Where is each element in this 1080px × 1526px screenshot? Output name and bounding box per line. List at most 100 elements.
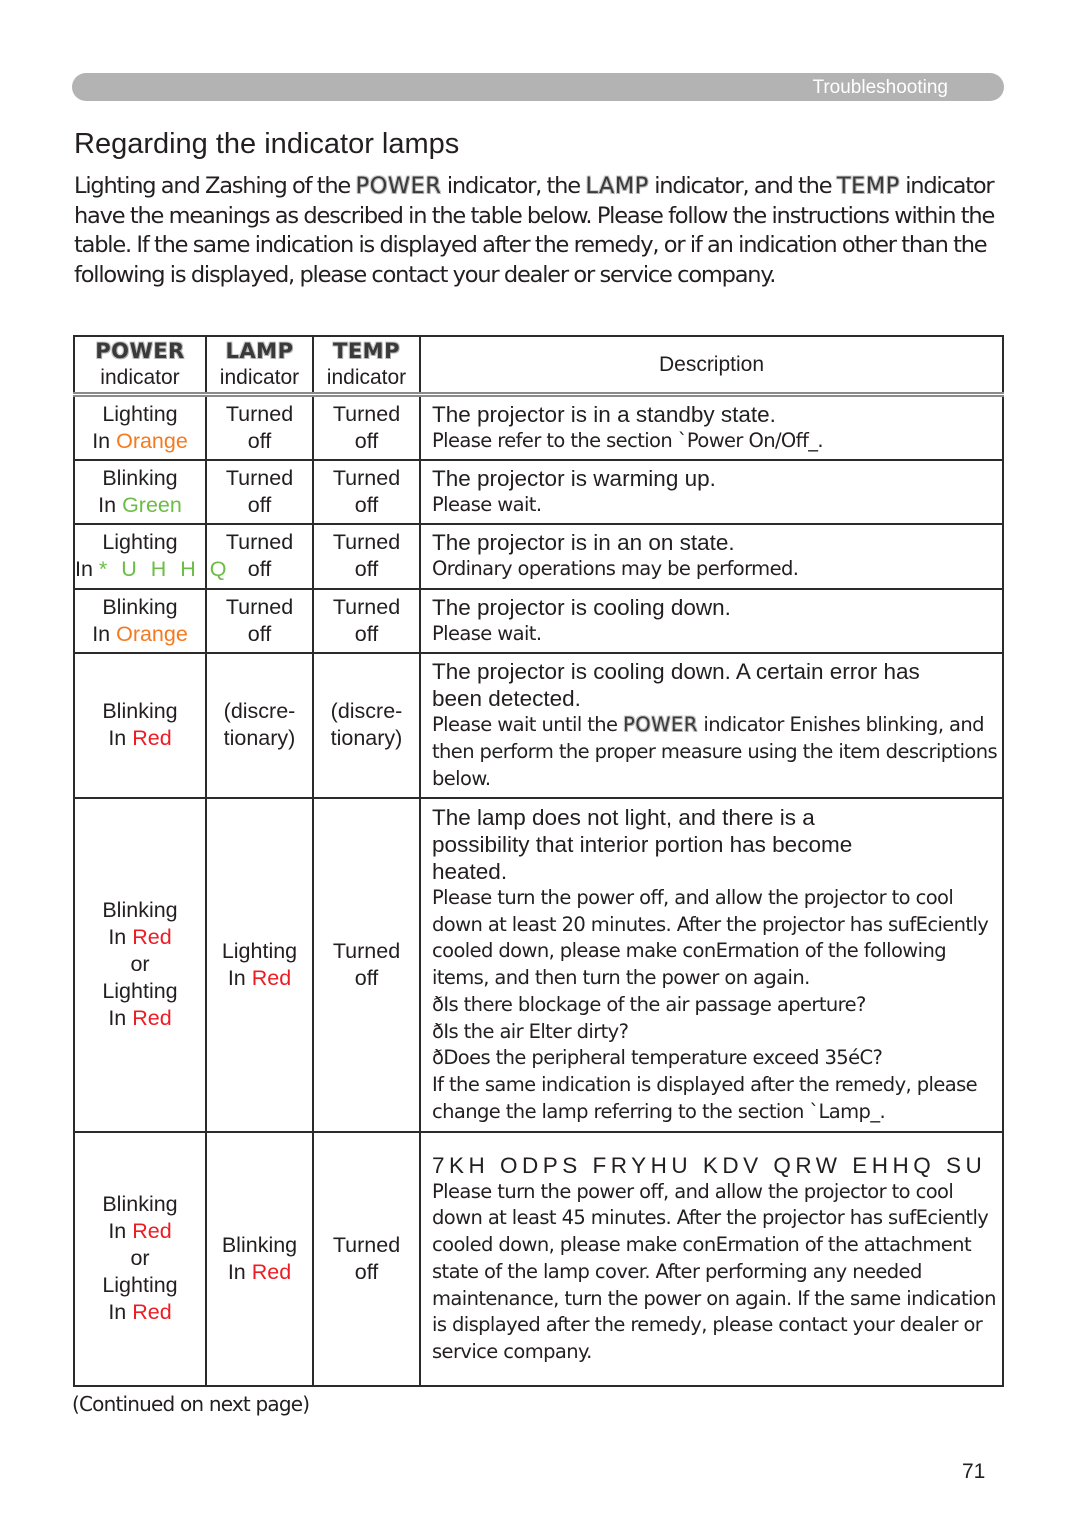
description-sub: Please wait.	[432, 492, 542, 516]
state-text: (discre-	[223, 699, 296, 724]
color-word: Red	[132, 1300, 172, 1325]
state-prefix: In	[108, 1006, 133, 1031]
header-power-label: indicator	[100, 366, 180, 389]
temp-state: Turned off	[312, 393, 421, 461]
lamp-state: (discre-tionary)	[205, 651, 314, 799]
header-temp-label: indicator	[326, 366, 407, 389]
state-prefix: In	[92, 428, 117, 453]
description-sub: Please turn the power off, and allow the…	[432, 1179, 997, 1363]
state-text: (discre-	[330, 699, 403, 724]
description-main: The projector is warming up.	[432, 465, 716, 491]
state-text: off	[354, 621, 379, 646]
state-prefix: In	[108, 726, 133, 751]
lamp-state: Lighting In Red	[205, 796, 314, 1133]
section-header-bar: Troubleshooting	[72, 73, 1004, 101]
lamp-state: Turned off	[205, 393, 314, 461]
checklist-item: ðIs there blockage of the air passage ap…	[432, 992, 866, 1016]
table-row: Blinking In Red or Lighting In Red Blinking I…	[73, 1130, 1004, 1387]
table-row: Blinking In Red (discre-tionary) (discre-…	[73, 651, 1004, 799]
temp-state: (discre-tionary)	[312, 651, 421, 799]
description-main-garbled: 7KH ODPS FRYHU KDV QRW EHHQ SU	[432, 1152, 987, 1178]
power-state: Blinking In Orange	[73, 587, 207, 654]
state-text: Blinking	[102, 465, 178, 490]
table-row: Blinking In Green Turned off Turned off The…	[73, 458, 1004, 525]
table-header-row: POWER indicator LAMP indicator TEMP indicat…	[73, 335, 1004, 396]
state-prefix: In	[227, 1259, 252, 1284]
state-text: Turned	[332, 594, 401, 619]
power-state: Lighting In * U H H Q	[73, 522, 226, 590]
intro-text-2: indicator, the	[441, 173, 586, 199]
header-power: POWER indicator	[73, 335, 207, 396]
header-lamp: LAMP indicator	[205, 335, 314, 396]
color-word: Red	[251, 1259, 292, 1284]
state-text: tionary)	[223, 726, 296, 751]
description: The projector is in a standby state. Plea…	[419, 393, 1004, 461]
description-main: The lamp does not light, and there is a …	[432, 805, 853, 885]
state-prefix: In	[108, 925, 133, 950]
checklist-item: ðDoes the peripheral temperature exceed …	[432, 1046, 883, 1070]
state-prefix: In	[108, 1300, 133, 1325]
color-word: Red	[132, 726, 172, 751]
state-text: Turned	[332, 465, 401, 490]
section-label: Troubleshooting	[812, 77, 948, 98]
description-main: The projector is cooling down. A certain…	[432, 659, 920, 712]
state-prefix: In	[227, 965, 252, 990]
state-text: Lighting	[102, 1273, 178, 1298]
state-text: off	[354, 1259, 379, 1284]
state-text: off	[354, 428, 379, 453]
state-prefix: In	[98, 492, 123, 517]
color-word: * U H H Q	[98, 557, 231, 582]
indicator-table: POWER indicator LAMP indicator TEMP indicat…	[73, 335, 1004, 1387]
state-text: off	[247, 621, 272, 646]
state-text: Lighting	[102, 530, 178, 555]
header-temp-keyword: TEMP	[333, 339, 400, 363]
state-text: off	[247, 557, 272, 582]
state-text: off	[247, 428, 272, 453]
color-word: Red	[132, 1006, 172, 1031]
checklist-item: ðIs the air Elter dirty?	[432, 1019, 629, 1043]
color-word: Orange	[116, 621, 188, 646]
intro-text-3: indicator, and the	[648, 173, 837, 199]
temp-state: Turned off	[312, 458, 421, 525]
description-sub: If the same indication is displayed afte…	[432, 1072, 978, 1123]
temp-state: Turned off	[312, 587, 421, 654]
state-prefix: In	[108, 1219, 133, 1244]
description-sub: Please wait.	[432, 621, 542, 645]
intro-text-1: Lighting and Zashing of the	[74, 173, 356, 199]
table-row: Blinking In Orange Turned off Turned off Th…	[73, 587, 1004, 654]
description-main: The projector is in an on state.	[432, 530, 735, 556]
description: The projector is cooling down. Please wai…	[419, 587, 1004, 654]
state-text: Blinking	[102, 1192, 178, 1217]
description-sub: Ordinary operations may be performed.	[432, 557, 799, 581]
state-text: Turned	[332, 1232, 401, 1257]
power-state: Blinking In Green	[73, 458, 207, 525]
description-main: The projector is cooling down.	[432, 594, 731, 620]
lamp-state: Turned off	[205, 587, 314, 654]
header-lamp-keyword: LAMP	[225, 339, 294, 363]
table-row: Lighting In * U H H Q Turned off Turned off…	[73, 522, 1004, 590]
state-text: Lighting	[102, 401, 178, 426]
description-sub: Please refer to the section `Power On/Of…	[432, 429, 824, 452]
description-sub: Please wait until the POWER indicator En…	[432, 712, 1002, 792]
color-word: Red	[132, 1219, 172, 1244]
lamp-keyword: LAMP	[585, 173, 649, 199]
description: The lamp does not light, and there is a …	[419, 796, 1004, 1133]
temp-state: Turned off	[312, 522, 421, 590]
state-text: Turned	[225, 465, 294, 490]
continued-note: (Continued on next page)	[72, 1392, 310, 1416]
power-state: Blinking In Red	[73, 651, 207, 799]
description: The projector is warming up. Please wait.	[419, 458, 1004, 525]
page-title: Regarding the indicator lamps	[74, 128, 460, 160]
state-text: Lighting	[102, 979, 178, 1004]
color-word: Orange	[116, 428, 188, 453]
page-number: 71	[962, 1460, 986, 1483]
state-text: off	[247, 492, 272, 517]
header-description: Description	[419, 335, 1004, 396]
state-text: Turned	[332, 401, 401, 426]
state-text: off	[354, 492, 379, 517]
power-state: Blinking In Red or Lighting In Red	[73, 1130, 207, 1387]
temp-state: Turned off	[312, 796, 421, 1133]
header-temp: TEMP indicator	[312, 335, 421, 396]
state-text: Turned	[332, 530, 401, 555]
state-text: Turned	[225, 530, 294, 555]
